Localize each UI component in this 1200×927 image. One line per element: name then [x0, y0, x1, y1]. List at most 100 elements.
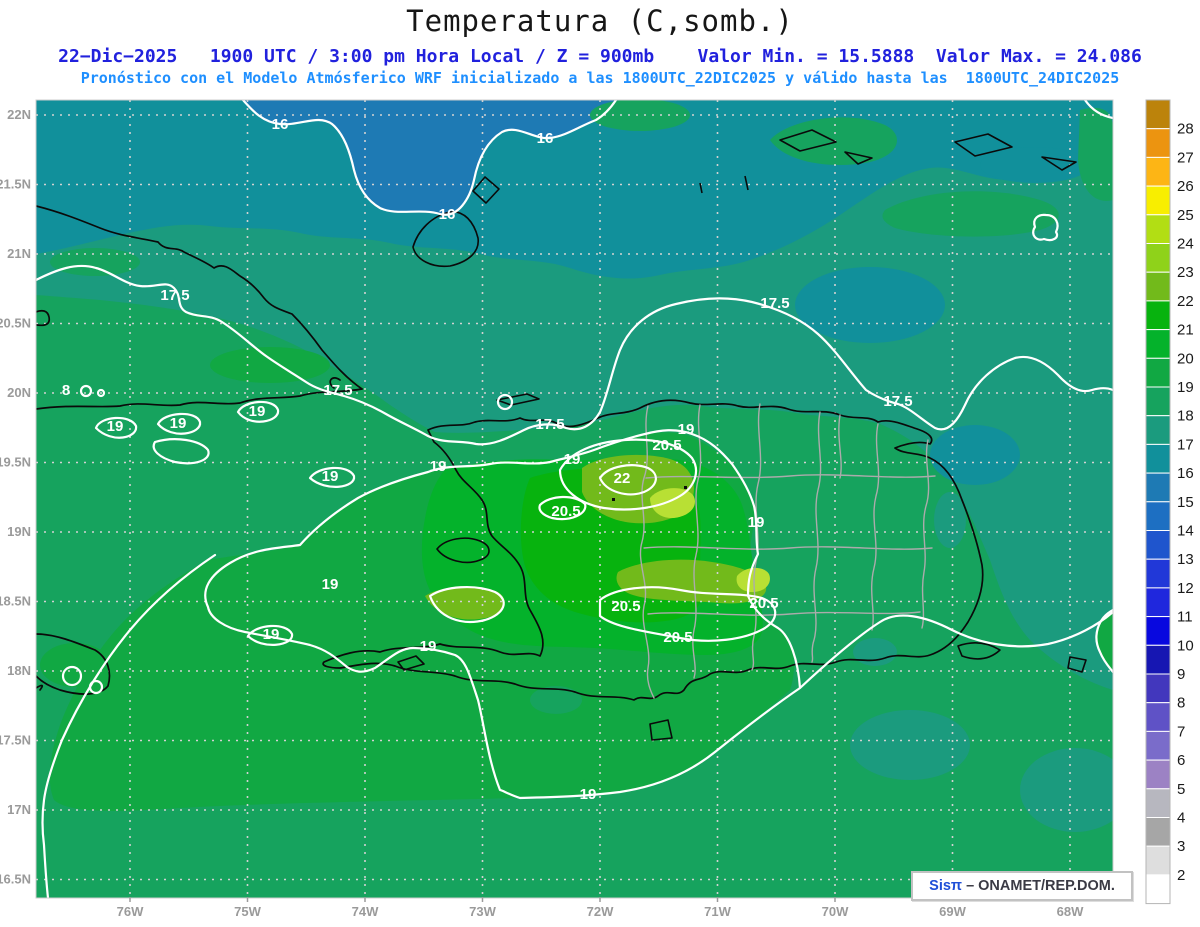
colorbar-segment [1145, 759, 1171, 790]
contour-label-17.5: 17.5 [883, 393, 912, 410]
contour-label-20.5: 20.5 [749, 595, 778, 612]
contour-label-19: 19 [322, 468, 339, 485]
colorbar-segment [1145, 501, 1171, 531]
colorbar-tick-label: 23 [1177, 264, 1194, 281]
colorbar-tick-label: 7 [1177, 723, 1185, 740]
station-dot [684, 486, 687, 489]
fill-green-spot [530, 686, 582, 714]
contour-label-22: 22 [614, 470, 631, 487]
contour-label-20.5: 20.5 [551, 503, 580, 520]
contour-label-8: 8 [62, 382, 70, 399]
fill-teal-patch [795, 267, 945, 343]
colorbar-tick-label: 10 [1177, 637, 1194, 654]
colorbar-tick-label: 6 [1177, 752, 1185, 769]
temperature-map: 16 16 16 17.5 17.5 17.5 17.5 17.5 8 19 19 19 19 19 19 1… [0, 99, 1194, 919]
fill-teal-spot [934, 492, 966, 548]
contour-label-19: 19 [420, 638, 437, 655]
colorbar-tick-label: 2 [1177, 867, 1185, 884]
colorbar-segment [1145, 616, 1171, 646]
colorbar-segment [1145, 845, 1171, 876]
colorbar-segment [1145, 156, 1171, 187]
colorbar-tick-label: 27 [1177, 149, 1194, 166]
colorbar-segment [1145, 472, 1171, 503]
colorbar-tick-label: 28 [1177, 121, 1194, 138]
contour-label-19: 19 [249, 403, 266, 420]
lat-tick-label: 21N [7, 246, 31, 261]
fill-teal-patch [980, 147, 1090, 183]
lat-tick-label: 19.5N [0, 455, 31, 470]
watermark-box: Sisπ – ONAMET/REP.DOM. [911, 871, 1133, 901]
lon-tick-label: 68W [1057, 904, 1084, 919]
contour-label-17.5: 17.5 [323, 382, 352, 399]
contour-label-16: 16 [439, 206, 456, 223]
contour-label-19: 19 [564, 451, 581, 468]
contour-label-17.5: 17.5 [760, 295, 789, 312]
contour-label-19: 19 [263, 626, 280, 643]
colorbar-segment [1145, 558, 1171, 589]
colorbar-tick-label: 19 [1177, 379, 1194, 396]
contour-label-19: 19 [322, 576, 339, 593]
contour-label-19: 19 [430, 458, 447, 475]
colorbar-tick-label: 8 [1177, 695, 1185, 712]
colorbar-tick-label: 5 [1177, 781, 1185, 798]
contour-label-19: 19 [107, 418, 124, 435]
colorbar-tick-label: 20 [1177, 350, 1194, 367]
colorbar-tick-label: 17 [1177, 436, 1194, 453]
fill-teal-spot [853, 638, 897, 666]
colorbar-segment [1145, 128, 1171, 158]
lon-tick-label: 76W [117, 904, 144, 919]
colorbar-segment [1145, 702, 1171, 732]
watermark-brand: Sisπ [929, 878, 963, 894]
station-dot [612, 498, 615, 501]
lon-tick-label: 72W [587, 904, 614, 919]
contour-label-17.5: 17.5 [160, 287, 189, 304]
colorbar-segment [1145, 300, 1171, 331]
watermark-text: – ONAMET/REP.DOM. [966, 878, 1115, 894]
colorbar-segment [1145, 443, 1171, 474]
contour-label-20.5: 20.5 [663, 629, 692, 646]
lon-tick-label: 69W [939, 904, 966, 919]
lat-tick-label: 21.5N [0, 177, 31, 192]
colorbar-segment [1145, 644, 1171, 675]
colorbar-segment [1145, 788, 1171, 818]
lat-tick-label: 20N [7, 385, 31, 400]
colorbar-segment [1145, 874, 1171, 905]
temperature-fill-layers [36, 100, 1113, 898]
contour-label-16: 16 [272, 116, 289, 133]
fill-green-patch [50, 248, 140, 276]
lat-tick-label: 20.5N [0, 316, 31, 331]
fill-teal-spot [850, 710, 970, 780]
colorbar-tick-label: 18 [1177, 408, 1194, 425]
contour-label-16: 16 [537, 130, 554, 147]
colorbar-segment [1145, 415, 1171, 445]
colorbar-segment [1145, 386, 1171, 417]
colorbar-segment [1145, 530, 1171, 560]
colorbar-segment [1145, 185, 1171, 216]
colorbar-tick-label: 4 [1177, 810, 1185, 827]
contour-label-19: 19 [678, 421, 695, 438]
contour-label-19: 19 [170, 415, 187, 432]
colorbar-tick-label: 21 [1177, 322, 1194, 339]
contour-label-20.5: 20.5 [652, 437, 681, 454]
fill-green-patch [210, 347, 330, 383]
colorbar-tick-label: 9 [1177, 666, 1185, 683]
colorbar-tick-label: 16 [1177, 465, 1194, 482]
lon-tick-label: 73W [469, 904, 496, 919]
lat-tick-label: 22N [7, 107, 31, 122]
contour-label-19: 19 [580, 786, 597, 803]
colorbar-tick-label: 15 [1177, 494, 1194, 511]
colorbar-tick-label: 11 [1177, 609, 1193, 626]
lat-tick-label: 18N [7, 663, 31, 678]
colorbar-segment [1145, 817, 1171, 847]
colorbar-segment [1145, 243, 1171, 273]
colorbar-tick-label: 13 [1177, 551, 1194, 568]
lat-tick-label: 17.5N [0, 733, 31, 748]
colorbar-segment [1145, 271, 1171, 302]
lat-tick-label: 17N [7, 802, 31, 817]
colorbar: 2827262524232221201918171615141312111098… [1145, 99, 1194, 905]
colorbar-tick-label: 24 [1177, 236, 1194, 253]
lon-tick-label: 70W [822, 904, 849, 919]
lon-tick-label: 75W [234, 904, 261, 919]
contour-label-17.5: 17.5 [535, 416, 564, 433]
lon-tick-label: 74W [352, 904, 379, 919]
